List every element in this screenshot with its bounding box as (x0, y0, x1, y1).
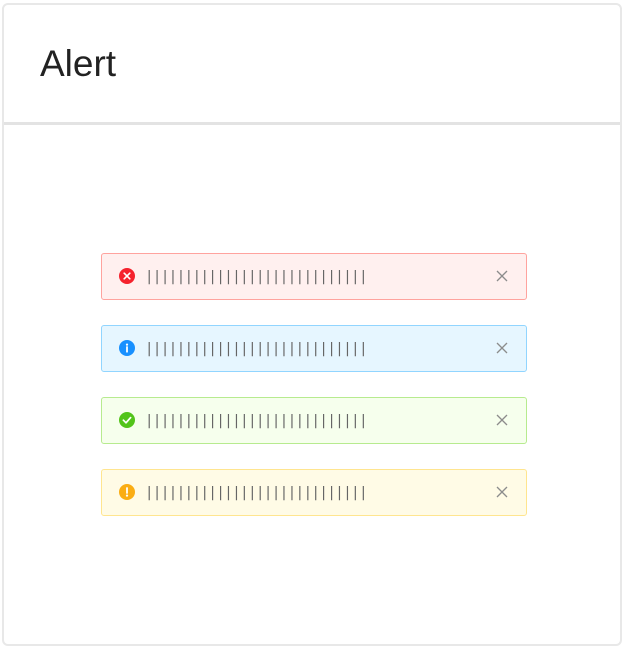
success-alert: ||||||||||||||||||||||||||||||||||||||||… (101, 397, 527, 444)
alert-message: ||||||||||||||||||||||||||||||||||||||||… (145, 413, 370, 429)
close-icon[interactable] (494, 484, 510, 500)
info-circle-icon (119, 340, 135, 356)
close-icon[interactable] (494, 412, 510, 428)
card-title: Alert (40, 43, 117, 84)
info-alert: ||||||||||||||||||||||||||||||||||||||||… (101, 325, 527, 372)
close-icon[interactable] (494, 268, 510, 284)
warning-alert: ||||||||||||||||||||||||||||||||||||||||… (101, 469, 527, 516)
alert-card: Alert |||||||||||||||||||||||||||| ||||||… (2, 3, 622, 646)
alert-list: |||||||||||||||||||||||||||| ||||||||||||… (101, 253, 527, 541)
alert-message: ||||||||||||||||||||||||||||||||||||||||… (145, 269, 370, 285)
close-circle-icon (119, 268, 135, 284)
close-icon[interactable] (494, 340, 510, 356)
exclamation-circle-icon (119, 484, 135, 500)
check-circle-icon (119, 412, 135, 428)
error-alert: ||||||||||||||||||||||||||||||||||||||||… (101, 253, 527, 300)
alert-message: ||||||||||||||||||||||||||||||||||||||||… (145, 485, 370, 501)
alert-message: ||||||||||||||||||||||||||||||||||||||||… (145, 341, 370, 357)
card-header: Alert (4, 5, 620, 125)
